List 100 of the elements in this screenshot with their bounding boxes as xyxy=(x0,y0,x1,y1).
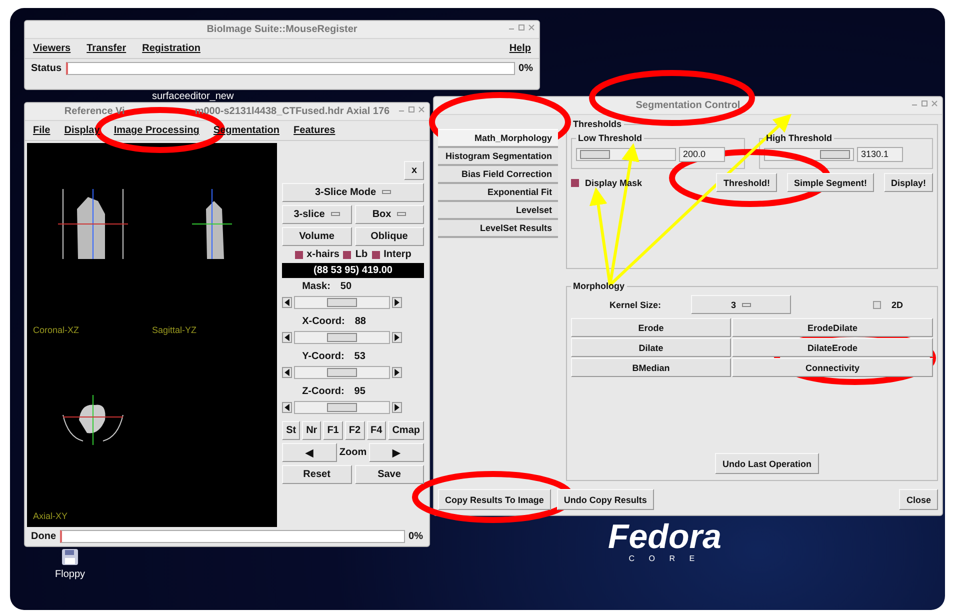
view-label: Sagittal-YZ xyxy=(152,325,198,335)
slider-value: 53 xyxy=(354,351,366,362)
dropdown[interactable]: Box xyxy=(354,205,424,224)
slider-label: Y-Coord: xyxy=(302,351,344,362)
left-arrow-icon[interactable] xyxy=(282,332,292,343)
slider-value: 50 xyxy=(340,281,352,292)
window-controls-icon[interactable] xyxy=(399,106,425,113)
slider-thumb[interactable] xyxy=(327,403,358,412)
segment-button[interactable]: Simple Segment! xyxy=(786,173,874,192)
group-title: Thresholds xyxy=(572,119,623,129)
action-button[interactable]: Reset xyxy=(282,465,352,484)
slider-thumb[interactable] xyxy=(820,150,850,159)
dropdown-indicator-icon xyxy=(330,212,340,216)
side-tab[interactable]: Histogram Segmentation xyxy=(438,148,558,166)
left-arrow-icon[interactable] xyxy=(282,297,292,308)
tool-button[interactable]: F2 xyxy=(344,421,365,440)
right-arrow-icon[interactable] xyxy=(392,402,402,413)
morphology-button[interactable]: ErodeDilate xyxy=(732,318,933,337)
checkbox-label: Lb xyxy=(355,249,368,260)
menu-item[interactable]: Registration xyxy=(142,43,200,54)
morphology-button[interactable]: Erode xyxy=(571,318,731,337)
segment-button[interactable]: Display! xyxy=(884,173,933,192)
menu-item[interactable]: Viewers xyxy=(33,43,71,54)
checkbox[interactable] xyxy=(294,250,303,258)
scan-slice-drawing xyxy=(57,189,128,259)
menu-item[interactable]: Features xyxy=(294,125,336,136)
scan-slice-drawing xyxy=(62,394,124,445)
group-title: Morphology xyxy=(572,281,626,291)
left-arrow-icon[interactable] xyxy=(282,402,292,413)
window-controls-icon[interactable] xyxy=(912,100,938,107)
desktop-icon-label[interactable]: Floppy xyxy=(55,569,86,580)
view-button[interactable]: Volume xyxy=(282,227,352,246)
checkbox[interactable] xyxy=(873,300,882,308)
zoom-label: Zoom xyxy=(339,447,367,458)
window-title: Segmentation Control xyxy=(636,100,740,111)
dropdown-indicator-icon xyxy=(742,303,751,308)
status-percent: 0% xyxy=(408,531,423,542)
kernel-dropdown[interactable]: 3 xyxy=(691,295,791,314)
window-title: m000-s2131l4438_CTFused.hdr Axial 176 xyxy=(194,106,390,117)
zoom-out-button[interactable]: ◀ xyxy=(282,443,338,462)
status-label: Status xyxy=(31,63,62,74)
dropdown-indicator-icon xyxy=(382,190,392,194)
right-arrow-icon[interactable] xyxy=(392,367,402,378)
slider-thumb[interactable] xyxy=(580,150,610,159)
footer-button[interactable]: Undo Copy Results xyxy=(556,489,654,510)
window-title: Reference Vi xyxy=(64,106,125,117)
right-arrow-icon[interactable] xyxy=(392,297,402,308)
undo-button[interactable]: Undo Last Operation xyxy=(715,453,818,474)
side-tab[interactable]: Levelset xyxy=(438,202,558,220)
kernel-label: Kernel Size: xyxy=(608,300,662,310)
morphology-button[interactable]: DilateErode xyxy=(732,338,933,357)
side-tab[interactable]: LevelSet Results xyxy=(438,220,558,238)
menu-item[interactable]: Help xyxy=(509,43,531,54)
morphology-button[interactable]: BMedian xyxy=(571,358,731,377)
side-tab[interactable]: Bias Field Correction xyxy=(438,166,558,184)
tool-button[interactable]: St xyxy=(282,421,300,440)
logo-tagline: C O R E xyxy=(628,554,701,563)
slider-label: X-Coord: xyxy=(302,316,345,327)
view-button[interactable]: Oblique xyxy=(354,227,424,246)
panel-dismiss-button[interactable]: x xyxy=(404,161,424,180)
slider-thumb[interactable] xyxy=(327,298,358,307)
dropdown-indicator-icon xyxy=(397,212,406,216)
view-label: Coronal-XZ xyxy=(33,325,80,335)
threshold-field[interactable]: 200.0 xyxy=(679,147,725,162)
morphology-button[interactable]: Connectivity xyxy=(732,358,933,377)
zoom-in-button[interactable]: ▶ xyxy=(368,443,424,462)
checkbox[interactable] xyxy=(571,178,579,186)
threshold-field[interactable]: 3130.1 xyxy=(857,147,903,162)
menu-item[interactable]: Image Processing xyxy=(114,125,200,136)
tool-button[interactable]: F4 xyxy=(366,421,386,440)
slider-thumb[interactable] xyxy=(327,333,358,342)
dropdown[interactable]: 3-slice xyxy=(282,205,352,224)
action-button[interactable]: Save xyxy=(354,465,424,484)
right-arrow-icon[interactable] xyxy=(392,332,402,343)
side-tab[interactable]: Exponential Fit xyxy=(438,184,558,202)
tool-button[interactable]: Cmap xyxy=(388,421,424,440)
checkbox-label: Interp xyxy=(384,249,412,260)
status-label: Done xyxy=(31,531,56,542)
window-title: BioImage Suite::MouseRegister xyxy=(206,24,358,35)
tool-button[interactable]: Nr xyxy=(302,421,322,440)
footer-button[interactable]: Copy Results To Image xyxy=(438,489,551,510)
menu-item[interactable]: Transfer xyxy=(86,43,126,54)
menu-item[interactable]: File xyxy=(33,125,50,136)
close-window-button[interactable]: Close xyxy=(899,489,938,510)
checkbox[interactable] xyxy=(343,250,352,258)
desktop-label: surfaceeditor_new xyxy=(152,91,234,102)
mode-dropdown[interactable]: 3-Slice Mode xyxy=(282,183,424,202)
slider-label: Z-Coord: xyxy=(302,386,344,397)
segment-button[interactable]: Threshold! xyxy=(716,173,777,192)
slider-thumb[interactable] xyxy=(327,368,358,377)
side-tab[interactable]: Math_Morphology xyxy=(438,129,558,148)
tool-button[interactable]: F1 xyxy=(323,421,343,440)
morphology-button[interactable]: Dilate xyxy=(571,338,731,357)
slider-value: 88 xyxy=(354,316,366,327)
checkbox[interactable] xyxy=(372,250,380,258)
slider-label: Mask: xyxy=(302,281,330,292)
left-arrow-icon[interactable] xyxy=(282,367,292,378)
group-title: High Threshold xyxy=(765,133,833,143)
checkbox-label: 2D xyxy=(891,300,903,310)
window-controls-icon[interactable] xyxy=(509,24,535,31)
